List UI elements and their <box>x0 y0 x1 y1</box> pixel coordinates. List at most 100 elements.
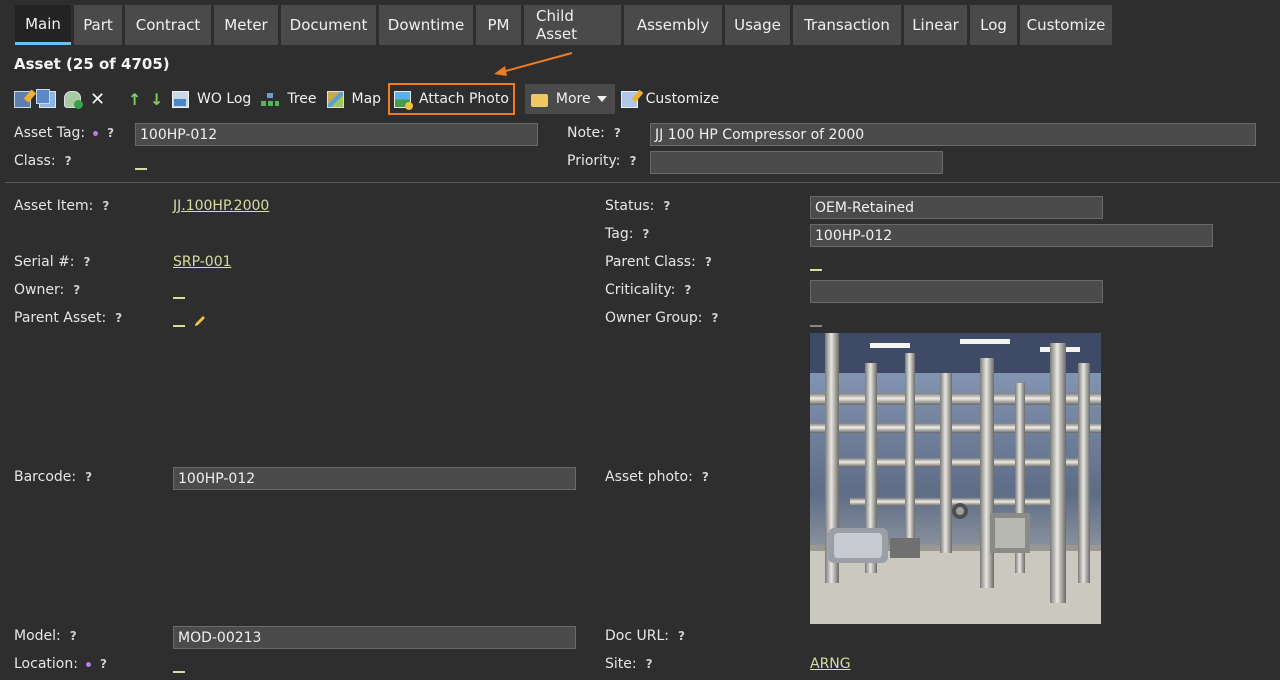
required-dot-icon <box>93 130 99 136</box>
wo-log-button[interactable]: WO Log <box>172 90 261 108</box>
tab-document[interactable]: Document <box>281 5 376 45</box>
status-input[interactable]: OEM-Retained <box>810 196 1103 219</box>
owner-empty-value[interactable] <box>173 297 185 299</box>
help-icon[interactable]: ? <box>614 126 621 140</box>
folder-icon <box>530 93 548 107</box>
map-button[interactable]: Map <box>326 90 392 108</box>
parent-class-label: Parent Class: ? <box>605 254 712 270</box>
delete-icon[interactable]: ✕ <box>89 90 106 108</box>
parent-class-empty-value[interactable] <box>810 269 822 271</box>
asset-tag-label-text: Asset Tag: <box>14 125 86 141</box>
help-icon[interactable]: ? <box>678 629 685 643</box>
location-empty-value[interactable] <box>173 671 185 673</box>
tab-bar: Main Part Contract Meter Document Downti… <box>15 5 1112 45</box>
serial-link[interactable]: SRP-001 <box>173 254 232 270</box>
asset-photo-label-text: Asset photo: <box>605 469 693 485</box>
status-label-text: Status: <box>605 198 655 214</box>
map-label: Map <box>351 91 382 107</box>
help-icon[interactable]: ? <box>102 199 109 213</box>
owner-group-empty-value[interactable] <box>810 325 822 327</box>
barcode-input[interactable]: 100HP-012 <box>173 467 576 490</box>
page-title: Asset (25 of 4705) <box>14 55 170 73</box>
help-icon[interactable]: ? <box>646 657 653 671</box>
tab-log[interactable]: Log <box>970 5 1017 45</box>
model-label-text: Model: <box>14 628 61 644</box>
tab-meter[interactable]: Meter <box>214 5 278 45</box>
doc-url-label: Doc URL: ? <box>605 628 685 644</box>
copy-icon[interactable] <box>36 88 56 108</box>
barcode-label: Barcode: ? <box>14 469 92 485</box>
owner-group-label: Owner Group: ? <box>605 310 718 326</box>
tag-label-text: Tag: <box>605 226 634 242</box>
arrow-up-icon[interactable]: ↑ <box>128 91 141 108</box>
help-icon[interactable]: ? <box>663 199 670 213</box>
site-label: Site: ? <box>605 656 653 672</box>
tab-downtime[interactable]: Downtime <box>379 5 473 45</box>
help-icon[interactable]: ? <box>630 154 637 168</box>
wo-log-icon <box>172 90 189 108</box>
barcode-label-text: Barcode: <box>14 469 77 485</box>
help-icon[interactable]: ? <box>100 657 107 671</box>
class-label: Class: ? <box>14 153 72 169</box>
parent-asset-label-text: Parent Asset: <box>14 310 107 326</box>
asset-photo[interactable] <box>810 333 1101 624</box>
tab-main[interactable]: Main <box>15 5 71 45</box>
criticality-label-text: Criticality: <box>605 282 676 298</box>
tab-pm[interactable]: PM <box>476 5 521 45</box>
site-link[interactable]: ARNG <box>810 656 851 672</box>
tab-transaction[interactable]: Transaction <box>793 5 901 45</box>
class-empty-value[interactable] <box>135 168 147 170</box>
more-dropdown[interactable]: More <box>524 84 615 114</box>
arrow-down-icon[interactable]: ↓ <box>150 91 163 108</box>
help-icon[interactable]: ? <box>642 227 649 241</box>
model-label: Model: ? <box>14 628 77 644</box>
parent-class-label-text: Parent Class: <box>605 254 696 270</box>
map-icon <box>326 90 344 108</box>
customize-button[interactable]: Customize <box>620 90 730 108</box>
serial-label-text: Serial #: <box>14 254 75 270</box>
help-icon[interactable]: ? <box>84 255 91 269</box>
help-icon[interactable]: ? <box>73 283 80 297</box>
parent-asset-empty-value[interactable] <box>173 325 185 327</box>
parent-asset-label: Parent Asset: ? <box>14 310 122 326</box>
tag-label: Tag: ? <box>605 226 649 242</box>
tab-child-asset[interactable]: Child Asset <box>524 5 621 45</box>
asset-tag-input[interactable]: 100HP-012 <box>135 123 538 146</box>
chevron-down-icon <box>596 96 607 102</box>
tag-input[interactable]: 100HP-012 <box>810 224 1213 247</box>
more-label: More <box>555 91 591 107</box>
save-icon[interactable] <box>64 90 83 109</box>
note-label-text: Note: <box>567 125 605 141</box>
attach-photo-label: Attach Photo <box>419 91 509 107</box>
attach-photo-button[interactable]: Attach Photo <box>388 83 515 115</box>
pencil-icon[interactable] <box>193 314 207 328</box>
tab-customize[interactable]: Customize <box>1020 5 1112 45</box>
tab-part[interactable]: Part <box>74 5 122 45</box>
help-icon[interactable]: ? <box>107 126 114 140</box>
help-icon[interactable]: ? <box>70 629 77 643</box>
asset-item-link[interactable]: JJ.100HP.2000 <box>173 198 269 214</box>
tab-linear[interactable]: Linear <box>904 5 967 45</box>
owner-label-text: Owner: <box>14 282 65 298</box>
help-icon[interactable]: ? <box>85 470 92 484</box>
tab-usage[interactable]: Usage <box>725 5 790 45</box>
asset-tag-label: Asset Tag: ? <box>14 125 114 141</box>
help-icon[interactable]: ? <box>702 470 709 484</box>
required-dot-icon <box>85 661 91 667</box>
tab-assembly[interactable]: Assembly <box>624 5 722 45</box>
help-icon[interactable]: ? <box>65 154 72 168</box>
tab-contract[interactable]: Contract <box>125 5 211 45</box>
tree-button[interactable]: Tree <box>261 91 326 108</box>
note-input[interactable]: JJ 100 HP Compressor of 2000 <box>650 123 1256 146</box>
help-icon[interactable]: ? <box>115 311 122 325</box>
customize-icon <box>620 90 638 108</box>
model-input[interactable]: MOD-00213 <box>173 626 576 649</box>
help-icon[interactable]: ? <box>684 283 691 297</box>
help-icon[interactable]: ? <box>705 255 712 269</box>
owner-group-label-text: Owner Group: <box>605 310 703 326</box>
criticality-input[interactable] <box>810 280 1103 303</box>
edit-icon[interactable] <box>14 90 31 108</box>
priority-input[interactable] <box>650 151 943 174</box>
help-icon[interactable]: ? <box>712 311 719 325</box>
toolbar: ✕ ↑ ↓ WO Log Tree Map Attach Photo More … <box>14 83 730 115</box>
